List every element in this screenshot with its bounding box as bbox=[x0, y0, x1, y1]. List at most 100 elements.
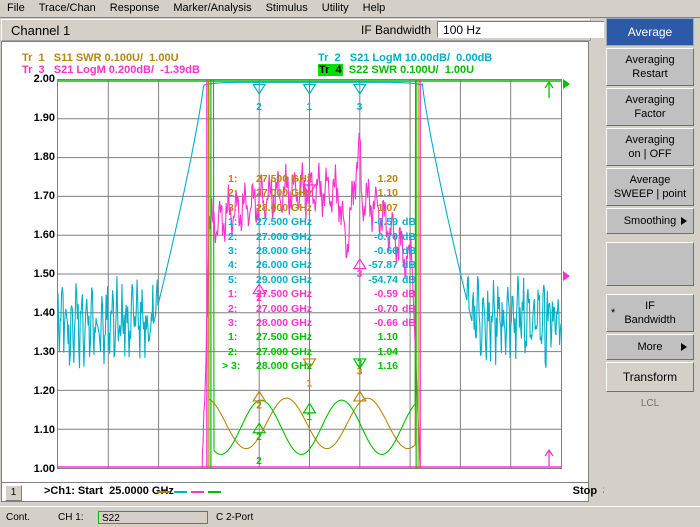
marker-index: 2: bbox=[228, 230, 238, 243]
legend-dash-tr2 bbox=[174, 491, 187, 493]
marker-index: > 3: bbox=[222, 360, 241, 373]
marker-value: 1.04 bbox=[377, 345, 398, 358]
y-axis-tick-label: 1.70 bbox=[33, 190, 55, 202]
softkey-transform-label: Transform bbox=[622, 370, 678, 384]
chevron-right-icon bbox=[681, 343, 687, 351]
y-axis-tick-label: 1.20 bbox=[33, 385, 55, 397]
channel-number-box[interactable]: 1 bbox=[5, 485, 22, 501]
menu-bar: File Trace/Chan Response Marker/Analysis… bbox=[0, 0, 700, 18]
chevron-right-icon bbox=[681, 217, 687, 225]
softkey-label: Restart bbox=[632, 68, 668, 80]
marker-value: 1.10 bbox=[377, 331, 398, 344]
marker-unit: dB bbox=[402, 273, 416, 286]
status-active-parameter[interactable]: S22 bbox=[98, 510, 208, 524]
marker-index: 3: bbox=[228, 316, 238, 329]
marker-unit: dB bbox=[402, 216, 416, 229]
menu-item-response[interactable]: Response bbox=[103, 1, 167, 16]
softkey-label: Bandwidth bbox=[624, 314, 676, 326]
y-axis-tick-label: 1.00 bbox=[33, 463, 55, 475]
y-axis-tick-label: 1.10 bbox=[33, 424, 55, 436]
modified-asterisk-icon: * bbox=[611, 307, 616, 319]
menu-item-trace-chan[interactable]: Trace/Chan bbox=[32, 1, 103, 16]
marker-frequency: 28.000 GHz bbox=[256, 244, 313, 257]
marker-value: -0.59 bbox=[374, 288, 398, 301]
trace-status-tr4-id: Tr 4 bbox=[318, 64, 343, 76]
marker-index: 1: bbox=[228, 288, 238, 301]
softkey-label: Averaging bbox=[625, 94, 675, 106]
marker-frequency: 27.500 GHz bbox=[256, 331, 313, 344]
softkey-more[interactable]: More bbox=[606, 334, 694, 360]
vna-application-window: File Trace/Chan Response Marker/Analysis… bbox=[0, 0, 700, 527]
trace-status-tr1[interactable]: Tr 1 S11 SWR 0.100U/ 1.00U bbox=[22, 52, 179, 64]
marker-unit: dB bbox=[402, 230, 416, 243]
y-axis-tick-label: 1.60 bbox=[33, 229, 55, 241]
svg-text:2: 2 bbox=[256, 432, 262, 443]
softkey-menu-title-label: Average bbox=[627, 25, 673, 39]
y-axis-tick-label: 2.00 bbox=[33, 73, 55, 85]
trace-status-tr4-text: S22 SWR 0.100U/ 1.00U bbox=[342, 64, 475, 76]
softkey-averaging-on-off[interactable]: Averaging on | OFF bbox=[606, 128, 694, 166]
trace-color-legend bbox=[157, 491, 221, 493]
svg-text:1: 1 bbox=[307, 378, 313, 389]
marker-index: 3: bbox=[228, 244, 238, 257]
marker-frequency: 28.000 GHz bbox=[256, 201, 313, 214]
trace-status-tr2[interactable]: Tr 2 S21 LogM 10.00dB/ 0.00dB bbox=[318, 52, 492, 64]
marker-value: 1.07 bbox=[377, 201, 398, 214]
svg-text:3: 3 bbox=[357, 102, 363, 113]
softkey-sidebar: Average Averaging Restart Averaging Factor A… bbox=[604, 18, 696, 506]
marker-index: 2: bbox=[228, 345, 238, 358]
softkey-label: Factor bbox=[634, 108, 666, 120]
marker-unit: dB bbox=[402, 316, 416, 329]
softkey-label: Averaging bbox=[625, 54, 675, 66]
softkey-label: Average bbox=[629, 174, 671, 186]
marker-value: -54.74 bbox=[368, 273, 398, 286]
softkey-averaging-restart[interactable]: Averaging Restart bbox=[606, 48, 694, 86]
menu-item-marker-analysis[interactable]: Marker/Analysis bbox=[166, 1, 258, 16]
softkey-label: on | OFF bbox=[628, 148, 672, 160]
softkey-smoothing[interactable]: Smoothing bbox=[606, 208, 694, 234]
softkey-menu-title: Average bbox=[606, 18, 694, 46]
marker-index: 2: bbox=[228, 302, 238, 315]
marker-index: 1: bbox=[228, 331, 238, 344]
y-axis-tick-label: 1.30 bbox=[33, 346, 55, 358]
status-sweep-mode[interactable]: Cont. bbox=[0, 512, 58, 523]
marker-unit: dB bbox=[402, 259, 416, 272]
marker-value: 1.20 bbox=[377, 173, 398, 185]
marker-index: 1: bbox=[228, 216, 238, 229]
marker-frequency: 27.000 GHz bbox=[256, 302, 313, 315]
legend-dash-tr4 bbox=[208, 491, 221, 493]
status-bar: Cont. CH 1: S22 C 2-Port bbox=[0, 506, 700, 527]
softkey-label: More bbox=[637, 341, 663, 353]
softkey-transform[interactable]: Transform bbox=[606, 362, 694, 392]
svg-text:2: 2 bbox=[256, 102, 262, 113]
status-cal-state[interactable]: C 2-Port bbox=[208, 512, 253, 523]
y-axis-tick-label: 1.40 bbox=[33, 307, 55, 319]
svg-text:1: 1 bbox=[307, 102, 313, 113]
marker-value: -0.70 bbox=[374, 302, 398, 315]
marker-value: -0.66 bbox=[374, 244, 398, 257]
softkey-label: Averaging bbox=[625, 134, 675, 146]
marker-value: -0.70 bbox=[374, 230, 398, 243]
softkey-label: Smoothing bbox=[623, 215, 677, 227]
if-bandwidth-control[interactable]: IF Bandwidth 100 Hz bbox=[355, 20, 623, 39]
trace-status-tr4[interactable]: Tr 4 S22 SWR 0.100U/ 1.00U bbox=[318, 64, 474, 76]
softkey-if-bandwidth[interactable]: * IF Bandwidth bbox=[606, 294, 694, 332]
softkey-average-sweep-point[interactable]: Average SWEEP | point bbox=[606, 168, 694, 206]
marker-value: -57.87 bbox=[368, 259, 398, 272]
marker-frequency: 26.000 GHz bbox=[256, 259, 313, 272]
menu-item-utility[interactable]: Utility bbox=[315, 1, 356, 16]
marker-index: 4: bbox=[228, 259, 238, 272]
menu-item-stimulus[interactable]: Stimulus bbox=[259, 1, 315, 16]
menu-item-file[interactable]: File bbox=[0, 1, 32, 16]
softkey-averaging-factor[interactable]: Averaging Factor bbox=[606, 88, 694, 126]
trace-status-tr2-text: Tr 2 S21 LogM 10.00dB/ 0.00dB bbox=[318, 52, 493, 64]
marker-index: 2: bbox=[228, 187, 238, 200]
reference-marker-tr4 bbox=[563, 79, 570, 89]
svg-text:2: 2 bbox=[256, 456, 262, 467]
menu-item-help[interactable]: Help bbox=[356, 1, 393, 16]
softkey-label: IF bbox=[645, 300, 655, 312]
if-bandwidth-value[interactable]: 100 Hz bbox=[437, 21, 608, 38]
marker-value: 1.10 bbox=[377, 187, 398, 200]
if-bandwidth-label: IF Bandwidth bbox=[361, 22, 432, 37]
sweep-start-label[interactable]: >Ch1: Start 25.0000 GHz bbox=[44, 485, 174, 497]
